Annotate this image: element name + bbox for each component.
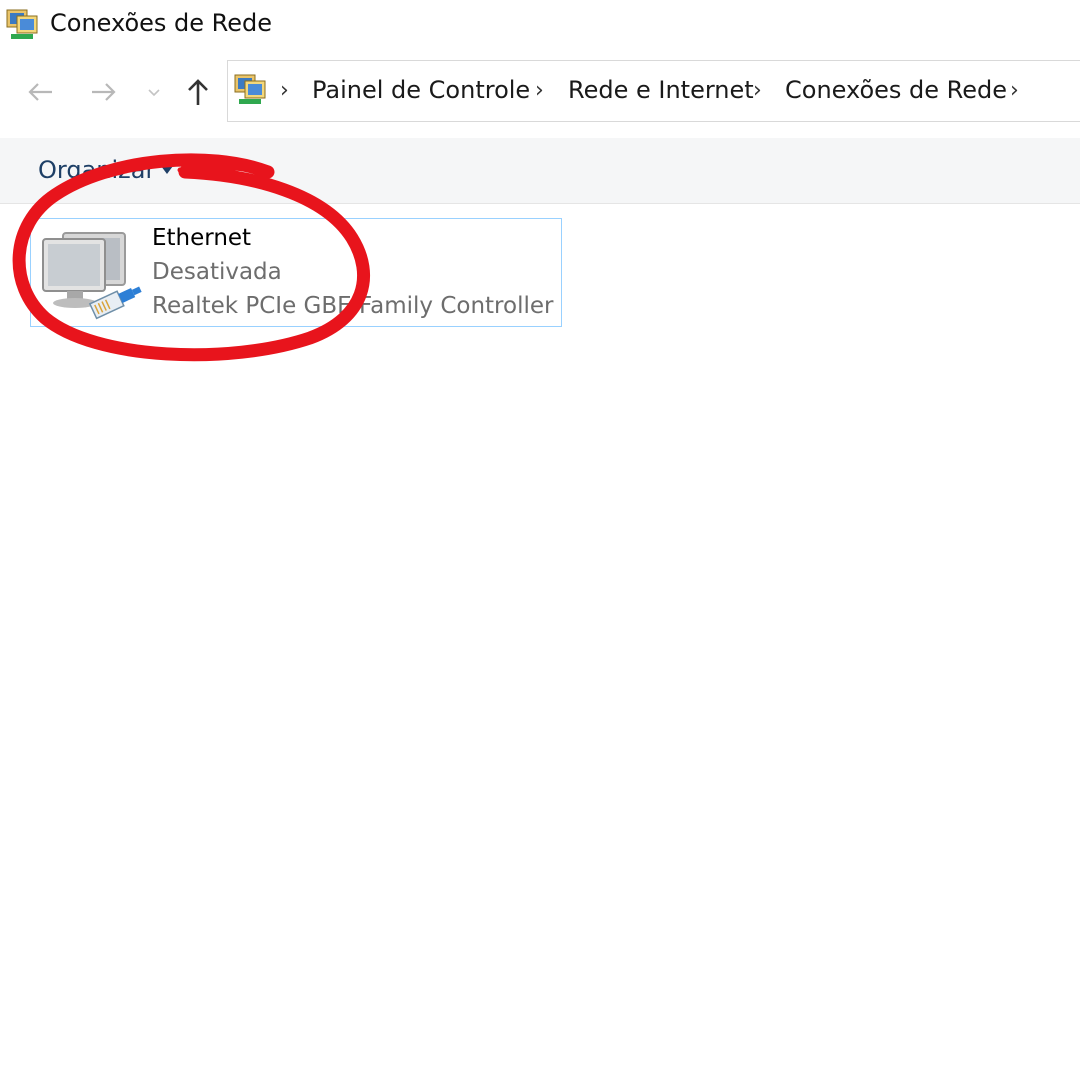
- connection-device: Realtek PCIe GBE Family Controller: [152, 293, 554, 319]
- back-button[interactable]: [20, 70, 60, 114]
- breadcrumb-separator-icon[interactable]: ›: [753, 78, 762, 103]
- title-bar: Conexões de Rede: [0, 0, 1080, 50]
- breadcrumb-conexoes-de-rede[interactable]: Conexões de Rede: [785, 76, 1007, 104]
- breadcrumb-separator-icon[interactable]: ›: [535, 78, 544, 103]
- breadcrumb-separator-icon[interactable]: ›: [280, 78, 289, 103]
- breadcrumb-separator-icon[interactable]: ›: [1010, 78, 1019, 103]
- breadcrumb-painel-de-controle[interactable]: Painel de Controle: [312, 76, 530, 104]
- address-bar[interactable]: › Painel de Controle › Rede e Internet ›…: [227, 60, 1080, 122]
- network-connections-icon: [6, 9, 38, 39]
- ethernet-adapter-icon: [42, 232, 142, 320]
- chevron-down-icon: [148, 89, 160, 97]
- up-button[interactable]: [180, 70, 216, 114]
- arrow-left-icon: [28, 83, 52, 101]
- forward-button[interactable]: [84, 70, 124, 114]
- connection-name: Ethernet: [152, 225, 252, 251]
- breadcrumb-rede-e-internet[interactable]: Rede e Internet: [568, 76, 754, 104]
- command-bar: Organizar: [0, 138, 1080, 204]
- dropdown-arrow-icon[interactable]: [160, 165, 174, 175]
- organize-menu-button[interactable]: Organizar: [38, 156, 155, 184]
- arrow-right-icon: [92, 83, 116, 101]
- navigation-bar: › Painel de Controle › Rede e Internet ›…: [0, 58, 1080, 126]
- connection-status: Desativada: [152, 259, 282, 285]
- arrow-up-icon: [188, 79, 208, 105]
- network-connections-icon: [234, 74, 266, 104]
- connection-item-ethernet[interactable]: Ethernet Desativada Realtek PCIe GBE Fam…: [30, 218, 562, 327]
- window-title: Conexões de Rede: [50, 9, 273, 37]
- recent-locations-button[interactable]: [142, 70, 166, 114]
